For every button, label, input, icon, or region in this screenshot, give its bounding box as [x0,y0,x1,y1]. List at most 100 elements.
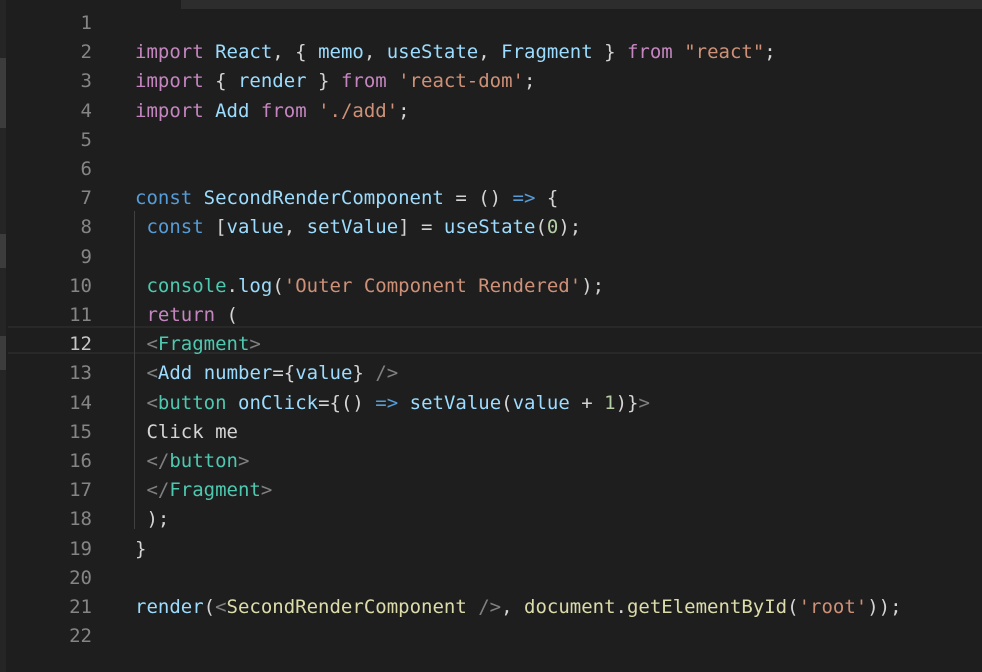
code-token: ( [203,596,216,618]
code-token: Add [215,99,250,122]
code-line[interactable]: 13 <Add number={value} /> [0,359,982,388]
code-line[interactable]: 21 render(<SecondRenderComponent />, docu… [0,593,982,622]
code-token: </ [146,479,170,502]
code-token: getElementById [626,596,788,618]
code-token: React [215,41,273,64]
code-token: useState [386,41,479,64]
code-token: ( [787,596,799,618]
code-token: const [135,187,193,210]
code-token: memo [318,41,364,64]
code-token: 'root' [798,596,868,618]
code-token: number [203,362,273,385]
code-token: import [135,99,204,122]
code-token: 0 [546,216,559,239]
code-token: const [146,216,204,239]
code-token: Click me [135,420,238,443]
top-tab-strip [181,0,982,9]
code-line[interactable]: 6 [0,155,982,184]
line-number: 13 [69,362,92,385]
code-line[interactable]: 12 <Fragment> [0,330,982,359]
code-token: ); [581,274,605,297]
code-token: , { [272,41,319,64]
code-token: ={() [318,391,376,414]
code-token: onClick [238,391,319,414]
code-token: value [295,362,353,385]
code-token: { [203,70,238,93]
line-number: 11 [69,304,92,326]
code-token: => [512,187,536,210]
line-code: console.log('Outer Component Rendered'); [135,272,604,301]
code-line[interactable]: 4 import Add from './add'; [0,97,982,126]
code-token: ; [398,99,410,122]
code-token: Fragment [169,479,261,502]
code-line[interactable]: 22 [0,622,982,651]
code-line[interactable]: 19} [0,535,982,564]
line-code: import React, { memo, useState, Fragment… [135,38,776,67]
code-token: => [375,391,399,414]
line-number: 16 [69,450,92,472]
code-line[interactable]: 20 [0,564,982,593]
code-line[interactable]: 8 const [value, setValue] = useState(0); [0,213,982,242]
code-token: Fragment [501,41,593,64]
code-line[interactable]: 3 import { render } from 'react-dom'; [0,67,982,96]
code-line[interactable]: 17 </Fragment> [0,476,982,505]
code-line[interactable]: 5 [0,126,982,155]
code-token: , [501,596,524,618]
code-line[interactable]: 16 </button> [0,447,982,476]
code-token: ] = [398,216,444,239]
code-line[interactable]: 2 import React, { memo, useState, Fragmen… [0,38,982,67]
line-number: 19 [69,537,92,560]
line-number: 5 [80,128,92,151]
code-token: ( [272,274,284,297]
code-line[interactable]: 1 [0,9,982,38]
code-token: < [146,391,158,414]
line-code: import Add from './add'; [135,97,410,126]
code-token: console [146,274,227,297]
code-line[interactable]: 9 [0,243,982,272]
code-line[interactable]: 14 <button onClick={() => setValue(value… [0,389,982,418]
code-token: , [283,216,307,239]
code-token: from [626,41,673,64]
code-line[interactable]: 7 const SecondRenderComponent = () => { [0,184,982,213]
code-token: > [237,450,250,472]
code-token: > [249,333,261,356]
code-token: ); [135,508,170,531]
code-token: , [363,41,387,64]
line-code: render(<SecondRenderComponent />, docume… [135,593,902,622]
code-token: ); [558,216,582,239]
code-line[interactable]: 10 console.log('Outer Component Rendered… [0,272,982,301]
code-token: 'Outer Component Rendered' [283,274,582,297]
code-editor[interactable]: 1 2 import React, { memo, useState, Fragme… [0,0,982,672]
code-token: ; [524,70,536,93]
code-token: ( [535,216,547,239]
code-token: import [135,41,204,64]
code-token: )} [615,391,639,414]
code-line[interactable]: 15 Click me [0,418,982,447]
code-line[interactable]: 18 ); [0,505,982,534]
line-number: 22 [69,625,92,648]
line-number: 8 [80,216,92,239]
code-token: > [260,479,273,502]
code-token: /> [478,596,502,618]
line-code: ); [135,505,169,534]
line-number: 2 [80,41,92,64]
code-token: Fragment [157,333,250,356]
code-token: ; [764,41,776,64]
code-token: './add' [318,99,399,122]
code-token: Add [157,362,193,385]
code-token: value [512,391,570,414]
code-token: > [638,391,650,414]
code-line[interactable]: 11 return ( [0,301,982,330]
code-token: [ [203,216,227,239]
